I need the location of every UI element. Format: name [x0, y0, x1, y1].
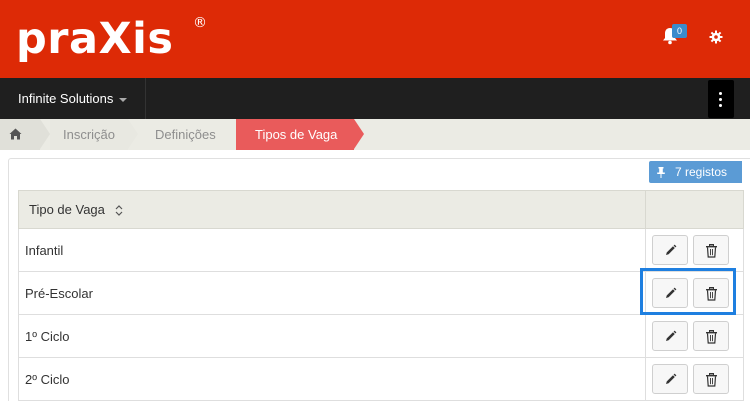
row-actions	[645, 357, 744, 401]
app-header: praXis ® 0	[0, 0, 750, 78]
table-row: 2º Ciclo	[18, 357, 744, 401]
breadcrumb-home[interactable]	[0, 119, 40, 150]
top-navbar: Infinite Solutions	[0, 78, 750, 119]
column-header-tipo-de-vaga[interactable]: Tipo de Vaga	[18, 190, 646, 229]
registered-mark: ®	[193, 15, 207, 31]
chevron-down-icon	[119, 97, 128, 102]
delete-button[interactable]	[692, 235, 729, 265]
notifications-badge: 0	[672, 24, 687, 38]
pencil-icon	[666, 330, 677, 341]
delete-button[interactable]	[692, 364, 729, 394]
pencil-icon	[666, 373, 677, 384]
focus-highlight	[640, 268, 736, 315]
trash-icon	[705, 330, 717, 344]
gear-icon[interactable]	[709, 30, 723, 44]
table-row: 1º Ciclo	[18, 314, 744, 358]
column-header-actions	[645, 190, 744, 229]
edit-button[interactable]	[652, 321, 688, 351]
row-label: 2º Ciclo	[18, 357, 646, 401]
breadcrumb-item-inscricao[interactable]: Inscrição	[50, 119, 128, 150]
vacancy-types-table: Tipo de Vaga Infantil Pré-Escolar 1º Cic…	[18, 190, 744, 401]
records-count-label: 7 registos	[675, 165, 728, 179]
pin-icon	[657, 167, 665, 178]
breadcrumb-item-definicoes[interactable]: Definições	[138, 119, 234, 150]
sort-icon[interactable]	[115, 205, 123, 216]
trash-icon	[705, 373, 717, 387]
table-header-row: Tipo de Vaga	[18, 190, 744, 229]
records-count-badge: 7 registos	[649, 161, 742, 183]
delete-button[interactable]	[692, 321, 729, 351]
trash-icon	[705, 244, 717, 258]
table-row: Infantil	[18, 228, 744, 272]
row-label: Pré-Escolar	[18, 271, 646, 315]
pencil-icon	[666, 244, 677, 255]
org-selector-label: Infinite Solutions	[18, 91, 114, 106]
kebab-icon[interactable]	[708, 80, 734, 118]
edit-button[interactable]	[652, 364, 688, 394]
breadcrumb-item-tipos-de-vaga[interactable]: Tipos de Vaga	[236, 119, 354, 150]
row-actions	[645, 314, 744, 358]
row-actions	[645, 228, 744, 272]
breadcrumb: Inscrição Definições Tipos de Vaga	[0, 119, 750, 150]
table-row: Pré-Escolar	[18, 271, 744, 315]
row-label: 1º Ciclo	[18, 314, 646, 358]
home-icon	[9, 128, 22, 140]
edit-button[interactable]	[652, 235, 688, 265]
row-label: Infantil	[18, 228, 646, 272]
logo[interactable]: praXis	[16, 14, 174, 64]
org-selector[interactable]: Infinite Solutions	[0, 78, 146, 119]
